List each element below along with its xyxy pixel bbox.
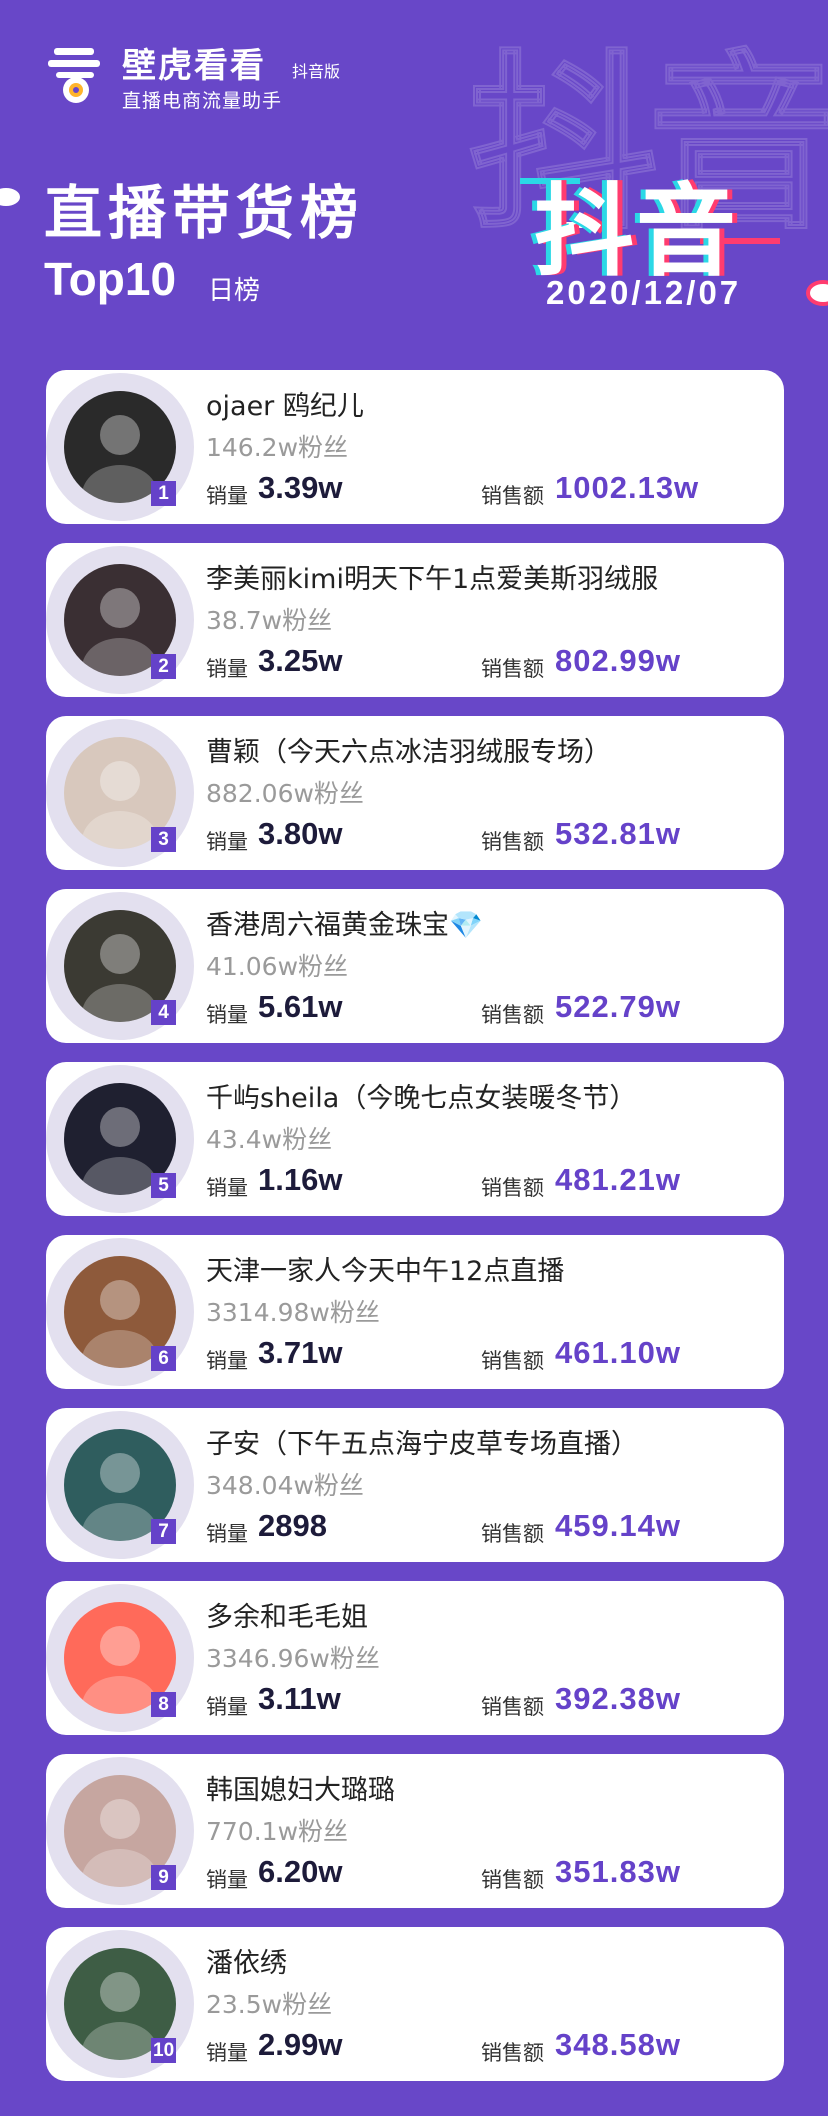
amount-value: 348.58w bbox=[555, 2027, 681, 2062]
fans-count: 348.04w粉丝 bbox=[206, 1471, 364, 1500]
daily-ranking-label: 日榜 bbox=[208, 276, 261, 306]
streamer-name[interactable]: 天津一家人今天中午12点直播 bbox=[206, 1249, 564, 1288]
fans-count: 43.4w粉丝 bbox=[206, 1125, 333, 1154]
fans-count: 770.1w粉丝 bbox=[206, 1817, 349, 1846]
volume-value: 2.99w bbox=[258, 2027, 343, 2062]
ranking-item[interactable]: 2 李美丽kimi明天下午1点爱美斯羽绒服 38.7w粉丝销量 3.25w 销售额 802… bbox=[46, 543, 784, 697]
volume-value: 3.11w bbox=[258, 1681, 341, 1716]
volume-label: 销量 bbox=[206, 1003, 248, 1027]
streamer-name[interactable]: 潘依绣 bbox=[206, 1941, 287, 1980]
volume-value: 5.61w bbox=[258, 989, 343, 1024]
decorative-dot-right bbox=[806, 280, 828, 306]
rank-badge: 3 bbox=[151, 827, 176, 852]
amount-label: 销售额 bbox=[481, 1695, 544, 1719]
amount-value: 481.21w bbox=[555, 1162, 681, 1197]
brand-subtitle: 直播电商流量助手 bbox=[122, 90, 283, 112]
fans-count: 882.06w粉丝 bbox=[206, 779, 364, 808]
ranking-item[interactable]: 6 天津一家人今天中午12点直播 3314.98w粉丝销量 3.71w 销售额 461.1… bbox=[46, 1235, 784, 1389]
streamer-name[interactable]: ojaer 鸥纪儿 bbox=[206, 384, 364, 423]
volume-label: 销量 bbox=[206, 657, 248, 681]
fans-count: 38.7w粉丝 bbox=[206, 606, 333, 635]
amount-value: 392.38w bbox=[555, 1681, 681, 1716]
ranking-date: 2020/12/07 bbox=[546, 274, 742, 311]
volume-label: 销量 bbox=[206, 1695, 248, 1719]
volume-label: 销量 bbox=[206, 1868, 248, 1892]
amount-value: 351.83w bbox=[555, 1854, 681, 1889]
ranking-item[interactable]: 1 ojaer 鸥纪儿 146.2w粉丝销量 3.39w 销售额 1002.13w bbox=[46, 370, 784, 524]
streamer-name[interactable]: 李美丽kimi明天下午1点爱美斯羽绒服 bbox=[206, 557, 658, 596]
amount-label: 销售额 bbox=[481, 1003, 544, 1027]
streamer-name[interactable]: 多余和毛毛姐 bbox=[206, 1595, 368, 1634]
header: 抖音 壁虎看看 抖音版 直播电商流量助手 直播带货榜 Top10 日榜 抖音 2… bbox=[0, 0, 828, 360]
streamer-name[interactable]: 子安（下午五点海宁皮草专场直播） bbox=[206, 1422, 638, 1461]
rank-badge: 4 bbox=[151, 1000, 176, 1025]
brand-name: 壁虎看看 bbox=[122, 46, 266, 86]
amount-label: 销售额 bbox=[481, 484, 544, 508]
volume-value: 6.20w bbox=[258, 1854, 343, 1889]
ranking-item[interactable]: 3 曹颖（今天六点冰洁羽绒服专场） 882.06w粉丝销量 3.80w 销售额 532.8… bbox=[46, 716, 784, 870]
volume-value: 3.39w bbox=[258, 470, 343, 505]
amount-value: 1002.13w bbox=[555, 470, 700, 505]
rank-badge: 7 bbox=[151, 1519, 176, 1544]
volume-value: 3.71w bbox=[258, 1335, 343, 1370]
ranking-item[interactable]: 8 多余和毛毛姐 3346.96w粉丝销量 3.11w 销售额 392.38w bbox=[46, 1581, 784, 1735]
volume-label: 销量 bbox=[206, 1522, 248, 1546]
amount-value: 461.10w bbox=[555, 1335, 681, 1370]
volume-label: 销量 bbox=[206, 484, 248, 508]
ranking-item[interactable]: 5 千屿sheila（今晚七点女装暖冬节） 43.4w粉丝销量 1.16w 销售额 481… bbox=[46, 1062, 784, 1216]
brand-logo-icon bbox=[48, 48, 100, 103]
amount-label: 销售额 bbox=[481, 1176, 544, 1200]
amount-value: 522.79w bbox=[555, 989, 681, 1024]
fans-count: 3346.96w粉丝 bbox=[206, 1644, 380, 1673]
rank-badge: 8 bbox=[151, 1692, 176, 1717]
amount-label: 销售额 bbox=[481, 830, 544, 854]
amount-label: 销售额 bbox=[481, 1349, 544, 1373]
rank-badge: 6 bbox=[151, 1346, 176, 1371]
amount-label: 销售额 bbox=[481, 2041, 544, 2065]
amount-value: 532.81w bbox=[555, 816, 681, 851]
ranking-item[interactable]: 10 潘依绣 23.5w粉丝销量 2.99w 销售额 348.58w bbox=[46, 1927, 784, 2081]
fans-count: 146.2w粉丝 bbox=[206, 433, 349, 462]
volume-value: 3.80w bbox=[258, 816, 343, 851]
rank-badge: 9 bbox=[151, 1865, 176, 1890]
rank-badge: 5 bbox=[151, 1173, 176, 1198]
ranking-item[interactable]: 4 香港周六福黄金珠宝💎 41.06w粉丝销量 5.61w 销售额 522.79w bbox=[46, 889, 784, 1043]
fans-count: 3314.98w粉丝 bbox=[206, 1298, 380, 1327]
volume-value: 1.16w bbox=[258, 1162, 343, 1197]
page-title: 直播带货榜 bbox=[44, 179, 365, 247]
volume-value: 2898 bbox=[258, 1508, 327, 1543]
volume-label: 销量 bbox=[206, 1176, 248, 1200]
volume-label: 销量 bbox=[206, 2041, 248, 2065]
amount-value: 802.99w bbox=[555, 643, 681, 678]
volume-label: 销量 bbox=[206, 1349, 248, 1373]
rank-badge: 10 bbox=[151, 2038, 177, 2063]
streamer-name[interactable]: 千屿sheila（今晚七点女装暖冬节） bbox=[206, 1076, 636, 1115]
rank-badge: 2 bbox=[151, 654, 176, 679]
streamer-name[interactable]: 曹颖（今天六点冰洁羽绒服专场） bbox=[206, 730, 611, 769]
volume-value: 3.25w bbox=[258, 643, 343, 678]
rank-badge: 1 bbox=[151, 481, 176, 506]
ranking-item[interactable]: 9 韩国媳妇大璐璐 770.1w粉丝销量 6.20w 销售额 351.83w bbox=[46, 1754, 784, 1908]
amount-value: 459.14w bbox=[555, 1508, 681, 1543]
streamer-name[interactable]: 韩国媳妇大璐璐 bbox=[206, 1768, 395, 1807]
fans-count: 41.06w粉丝 bbox=[206, 952, 349, 981]
brand-badge: 抖音版 bbox=[292, 62, 341, 81]
fans-count: 23.5w粉丝 bbox=[206, 1990, 333, 2019]
amount-label: 销售额 bbox=[481, 1522, 544, 1546]
streamer-name[interactable]: 香港周六福黄金珠宝💎 bbox=[206, 903, 483, 942]
decorative-dot-left bbox=[0, 188, 20, 206]
volume-label: 销量 bbox=[206, 830, 248, 854]
amount-label: 销售额 bbox=[481, 657, 544, 681]
ranking-item[interactable]: 7 子安（下午五点海宁皮草专场直播） 348.04w粉丝销量 2898 销售额 459.1… bbox=[46, 1408, 784, 1562]
amount-label: 销售额 bbox=[481, 1868, 544, 1892]
top10-label: Top10 bbox=[44, 253, 177, 305]
